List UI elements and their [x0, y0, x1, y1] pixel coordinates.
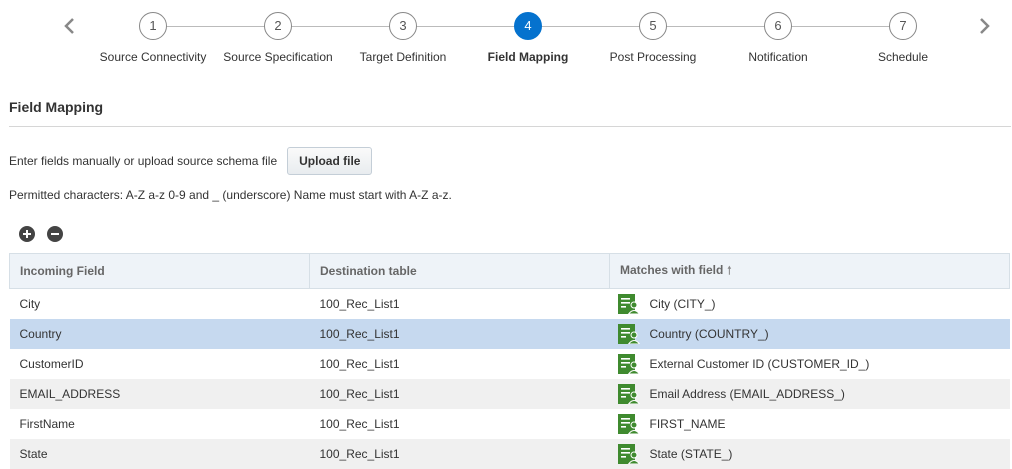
step-label: Source Specification	[223, 50, 333, 64]
table-header-row: Incoming Field Destination table Matches…	[9, 253, 1010, 289]
destination-table-cell: 100_Rec_List1	[319, 356, 400, 371]
wizard-step-1[interactable]: 1 Source Connectivity	[88, 12, 218, 64]
wizard-step-6[interactable]: 6 Notification	[713, 12, 843, 64]
column-header-destination-table[interactable]: Destination table	[309, 253, 610, 289]
wizard-train: 1 Source Connectivity 2 Source Specifica…	[0, 0, 1012, 80]
step-number: 2	[264, 12, 292, 40]
step-number: 4	[514, 12, 542, 40]
incoming-field-cell: City	[19, 296, 41, 311]
match-cell: State (STATE_)	[609, 438, 1010, 469]
incoming-field-cell: Country	[9, 318, 310, 349]
destination-table-cell: 100_Rec_List1	[319, 296, 400, 311]
match-cell: Country (COUNTRY_)	[609, 318, 1010, 349]
step-label: Field Mapping	[487, 50, 569, 64]
step-number: 7	[889, 12, 917, 40]
incoming-field-cell: CustomerID	[19, 356, 84, 371]
destination-table-cell: 100_Rec_List1	[319, 416, 400, 431]
profile-field-icon	[617, 443, 640, 464]
step-label: Source Connectivity	[99, 50, 207, 64]
table-row[interactable]: State 100_Rec_List1 State (STATE_)	[9, 438, 1010, 469]
destination-table-cell: 100_Rec_List1	[309, 378, 610, 409]
match-field-label: FIRST_NAME	[649, 416, 726, 431]
table-row[interactable]: EMAIL_ADDRESS 100_Rec_List1 Email Addres…	[9, 378, 1010, 409]
wizard-step-4[interactable]: 4 Field Mapping	[463, 12, 593, 64]
previous-step-button[interactable]	[60, 14, 80, 38]
upload-instructions: Enter fields manually or upload source s…	[9, 154, 278, 168]
match-cell: External Customer ID (CUSTOMER_ID_)	[610, 349, 1010, 379]
match-field-label: Email Address (EMAIL_ADDRESS_)	[649, 386, 845, 401]
table-row[interactable]: CustomerID 100_Rec_List1 External Custom…	[10, 349, 1010, 379]
column-header-matches-with-field[interactable]: Matches with field 🠑	[609, 253, 1010, 289]
sort-ascending-icon[interactable]: 🠑	[727, 262, 731, 281]
step-number: 3	[389, 12, 417, 40]
match-field-label: Country (COUNTRY_)	[649, 326, 769, 341]
table-row[interactable]: City 100_Rec_List1 City (CITY_)	[10, 289, 1010, 319]
wizard-step-7[interactable]: 7 Schedule	[838, 12, 968, 64]
match-field-label: City (CITY_)	[649, 296, 716, 311]
profile-field-icon	[617, 353, 640, 374]
match-field-label: State (STATE_)	[649, 446, 733, 461]
step-number: 1	[139, 12, 167, 40]
plus-circle-icon[interactable]	[19, 226, 35, 242]
incoming-field-cell: EMAIL_ADDRESS	[9, 378, 310, 409]
wizard-step-5[interactable]: 5 Post Processing	[588, 12, 718, 64]
permitted-characters-note: Permitted characters: A-Z a-z 0-9 and _ …	[9, 188, 452, 202]
step-label: Target Definition	[359, 50, 447, 64]
chevron-right-icon	[980, 18, 990, 34]
upload-file-button[interactable]: Upload file	[287, 147, 373, 175]
section-divider	[9, 126, 1011, 127]
profile-field-icon	[617, 383, 640, 404]
profile-field-icon	[617, 323, 640, 344]
minus-circle-icon[interactable]	[47, 226, 63, 242]
table-row-selected[interactable]: Country 100_Rec_List1 Country (COUNTRY_)	[9, 318, 1010, 349]
step-label: Notification	[748, 50, 808, 64]
step-number: 6	[764, 12, 792, 40]
match-cell: City (CITY_)	[610, 289, 1010, 319]
column-header-incoming-field[interactable]: Incoming Field	[9, 253, 310, 289]
next-step-button[interactable]	[974, 14, 994, 38]
destination-table-cell: 100_Rec_List1	[309, 438, 610, 469]
upload-row: Enter fields manually or upload source s…	[9, 147, 373, 175]
chevron-left-icon	[64, 18, 74, 34]
wizard-step-3[interactable]: 3 Target Definition	[338, 12, 468, 64]
match-cell: FIRST_NAME	[610, 409, 1010, 439]
step-label: Post Processing	[609, 50, 697, 64]
match-field-label: External Customer ID (CUSTOMER_ID_)	[649, 356, 870, 371]
page-title: Field Mapping	[9, 99, 104, 115]
match-cell: Email Address (EMAIL_ADDRESS_)	[609, 378, 1010, 409]
destination-table-cell: 100_Rec_List1	[309, 318, 610, 349]
incoming-field-cell: FirstName	[19, 416, 75, 431]
profile-field-icon	[617, 293, 640, 314]
table-row[interactable]: FirstName 100_Rec_List1 FIRST_NAME	[10, 409, 1010, 439]
profile-field-icon	[617, 413, 640, 434]
step-number: 5	[639, 12, 667, 40]
incoming-field-cell: State	[9, 438, 310, 469]
step-label: Schedule	[877, 50, 929, 64]
wizard-step-2[interactable]: 2 Source Specification	[213, 12, 343, 64]
row-actions-toolbar	[19, 226, 63, 242]
field-mapping-table: Incoming Field Destination table Matches…	[9, 253, 1010, 469]
